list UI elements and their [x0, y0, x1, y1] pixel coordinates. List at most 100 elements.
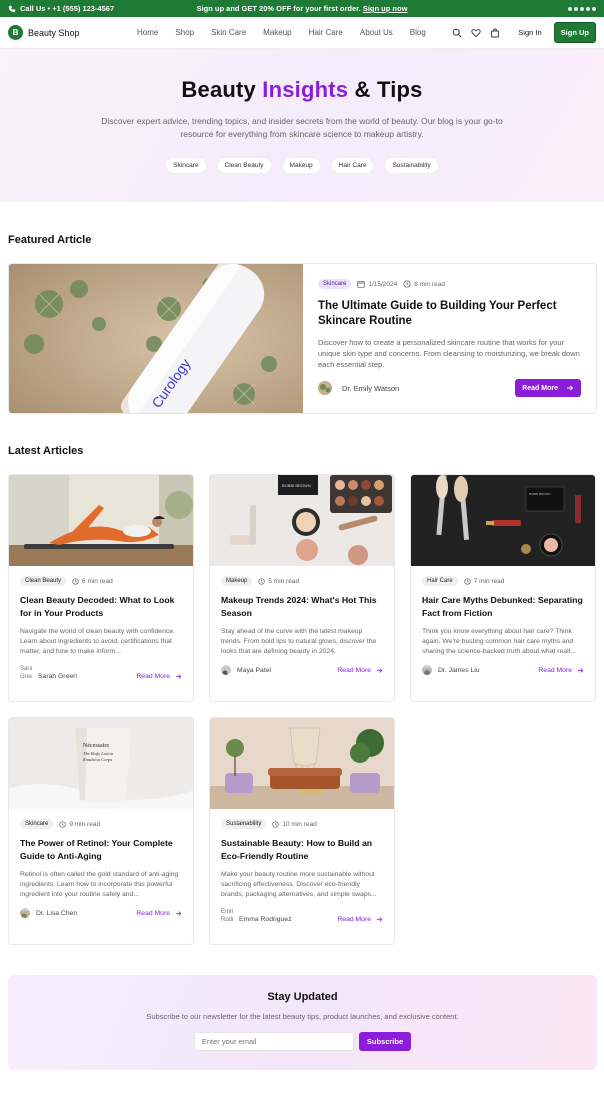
read-time: 10 min read — [282, 820, 317, 828]
article-meta: Makeup 5 min read — [221, 576, 383, 586]
phone-text: Call Us • +1 (555) 123-4567 — [20, 4, 115, 13]
author-avatar — [318, 381, 332, 395]
read-time: 9 min read — [69, 820, 101, 828]
author-name: Sarah Green — [38, 672, 77, 680]
article-title[interactable]: Clean Beauty Decoded: What to Look for i… — [20, 594, 182, 620]
tag-hair-care[interactable]: Hair Care — [330, 157, 375, 174]
featured-article-excerpt: Discover how to create a personalized sk… — [318, 338, 580, 369]
featured-article-body: Skincare 1/15/2024 8 min read The Ultima… — [303, 264, 596, 413]
read-more-link[interactable]: Read More — [337, 916, 383, 923]
tag-makeup[interactable]: Makeup — [281, 157, 321, 174]
featured-article-card[interactable]: Curology Skincare 1/15/2024 8 min read T… — [8, 263, 597, 414]
brand-logo[interactable]: B Beauty Shop — [8, 25, 80, 40]
article-image-makeup: BOBBI BROWN — [210, 475, 394, 566]
nav-actions: Sign In Sign Up — [451, 22, 596, 43]
article-footer: Sarah Green Sarah Green Read More — [20, 665, 182, 687]
author-name: Dr. Lisa Chen — [36, 909, 78, 917]
author-name: Dr. Emily Watson — [342, 383, 400, 393]
youtube-icon[interactable] — [592, 6, 596, 11]
article-title[interactable]: Makeup Trends 2024: What's Hot This Seas… — [221, 594, 383, 620]
nav-link-home[interactable]: Home — [137, 28, 158, 37]
arrow-right-icon — [376, 916, 383, 922]
heart-icon[interactable] — [470, 27, 481, 38]
article-card[interactable]: Clean Beauty 6 min read Clean Beauty Dec… — [8, 474, 194, 702]
main-nav: B Beauty Shop Home Shop Skin Care Makeup… — [0, 17, 604, 49]
article-title[interactable]: Hair Care Myths Debunked: Separating Fac… — [422, 594, 584, 620]
article-meta: Skincare 9 min read — [20, 819, 182, 829]
announcement-bar: Call Us • +1 (555) 123-4567 Sign up and … — [0, 0, 604, 17]
article-card[interactable]: Nécessaire The Body Lotion Emulsion Corp… — [8, 717, 194, 945]
clock-icon — [258, 577, 265, 585]
arrow-right-icon — [577, 667, 584, 673]
read-time: 8 min read — [414, 280, 445, 288]
category-badge: Makeup — [221, 576, 253, 586]
nav-link-skin-care[interactable]: Skin Care — [211, 28, 246, 37]
signup-button[interactable]: Sign Up — [553, 22, 596, 43]
instagram-icon[interactable] — [580, 6, 584, 11]
title-accent: Insights — [262, 77, 349, 102]
author-avatar: Sarah Green — [20, 666, 32, 680]
read-time: 7 min read — [473, 577, 505, 585]
read-more-link[interactable]: Read More — [538, 667, 584, 674]
read-more-link[interactable]: Read More — [337, 667, 383, 674]
clock-icon — [403, 280, 411, 288]
signin-button[interactable]: Sign In — [518, 28, 541, 37]
nav-link-about[interactable]: About Us — [360, 28, 393, 37]
newsletter-section: Stay Updated Subscribe to our newsletter… — [8, 975, 597, 1070]
search-icon[interactable] — [451, 27, 462, 38]
article-card[interactable]: Sustainability 10 min read Sustainable B… — [209, 717, 395, 945]
read-more-link[interactable]: Read More — [136, 673, 182, 680]
article-footer: Dr. Lisa Chen Read More — [20, 908, 182, 918]
email-input[interactable] — [193, 1032, 354, 1051]
twitter-icon[interactable] — [574, 6, 578, 11]
brand-name: Beauty Shop — [28, 27, 80, 38]
nav-link-makeup[interactable]: Makeup — [263, 28, 291, 37]
article-card[interactable]: BOBBI BROWN Makeup 5 min read Makeup Tre… — [209, 474, 395, 702]
featured-section-title: Featured Article — [8, 234, 92, 246]
hero-subtitle: Discover expert advice, trending topics,… — [101, 116, 503, 139]
read-more-button[interactable]: Read More — [515, 379, 581, 397]
arrow-right-icon — [376, 667, 383, 673]
featured-article-footer: Dr. Emily Watson Read More — [318, 379, 581, 397]
article-excerpt: Make your beauty routine more sustainabl… — [221, 871, 377, 898]
promo-signup-link[interactable]: Sign up now — [363, 4, 408, 13]
author-avatar: Emma Rodriguez — [221, 909, 233, 923]
topic-tags: Skincare Clean Beauty Makeup Hair Care S… — [0, 157, 604, 174]
subscribe-button[interactable]: Subscribe — [358, 1032, 412, 1051]
tag-sustainability[interactable]: Sustainability — [384, 157, 439, 174]
phone-contact[interactable]: Call Us • +1 (555) 123-4567 — [8, 4, 114, 13]
cart-icon[interactable] — [489, 27, 500, 38]
article-excerpt: Think you know everything about hair car… — [422, 628, 577, 655]
phone-icon — [8, 5, 16, 12]
article-title[interactable]: The Power of Retinol: Your Complete Guid… — [20, 837, 182, 863]
newsletter-title: Stay Updated — [267, 991, 338, 1003]
newsletter-form: Subscribe — [8, 1032, 597, 1051]
author-avatar — [20, 908, 30, 918]
nav-link-shop[interactable]: Shop — [175, 28, 194, 37]
pinterest-icon[interactable] — [586, 6, 590, 11]
tag-clean-beauty[interactable]: Clean Beauty — [216, 157, 272, 174]
article-excerpt: Navigate the world of clean beauty with … — [20, 628, 175, 655]
logo-mark: B — [8, 25, 23, 40]
nav-link-blog[interactable]: Blog — [410, 28, 426, 37]
article-title[interactable]: Sustainable Beauty: How to Build an Eco-… — [221, 837, 383, 863]
featured-article-image: Curology — [9, 264, 303, 413]
article-footer: Dr. James Liu Read More — [422, 665, 584, 675]
article-footer: Emma Rodriguez Emma Rodriguez Read More — [221, 908, 383, 930]
category-badge: Skincare — [318, 279, 352, 289]
arrow-right-icon — [567, 385, 574, 391]
read-more-link[interactable]: Read More — [136, 910, 182, 917]
palette-brand-text: BOBBI BROWN — [282, 483, 311, 488]
social-icons — [568, 6, 596, 11]
clock-icon — [464, 577, 471, 585]
facebook-icon[interactable] — [568, 6, 572, 11]
author-name: Maya Patel — [237, 666, 272, 674]
nav-link-hair-care[interactable]: Hair Care — [309, 28, 343, 37]
article-image-retinol: Nécessaire The Body Lotion Emulsion Corp… — [9, 718, 193, 809]
tag-skincare[interactable]: Skincare — [165, 157, 207, 174]
svg-text:The Body Lotion: The Body Lotion — [83, 751, 114, 756]
featured-article-title[interactable]: The Ultimate Guide to Building Your Perf… — [318, 299, 581, 329]
arrow-right-icon — [175, 910, 182, 916]
article-meta: Hair Care 7 min read — [422, 576, 584, 586]
article-card[interactable]: BOBBI BROWN Hair Care 7 min read Hair Ca… — [410, 474, 596, 702]
